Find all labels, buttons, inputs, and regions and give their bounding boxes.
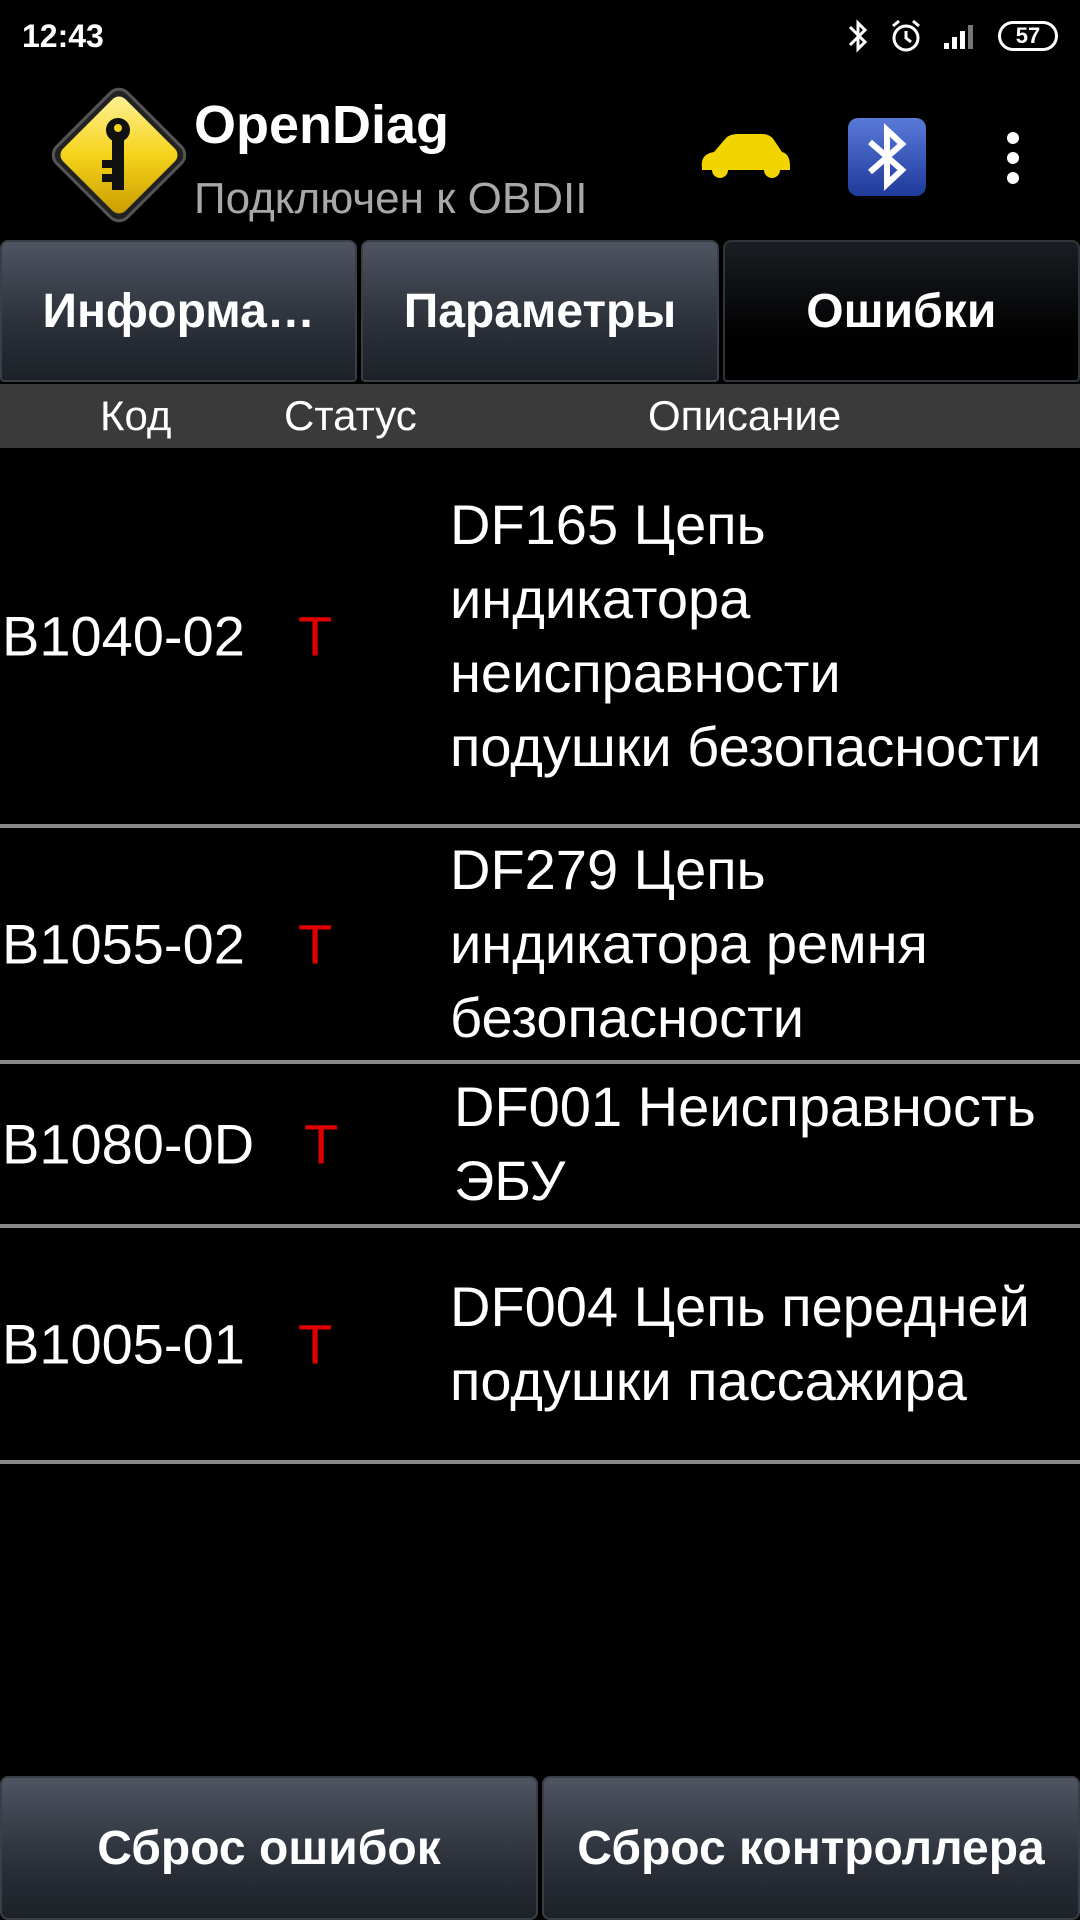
alarm-icon xyxy=(888,18,924,54)
error-code: B1080-0D xyxy=(2,1112,255,1176)
status-icons: 57 xyxy=(846,18,1058,54)
error-status: T xyxy=(298,1312,333,1376)
column-header-code: Код xyxy=(100,392,172,439)
car-icon[interactable] xyxy=(694,128,794,182)
table-row[interactable]: B1055-02 T DF279 Цепь индикатора ремня б… xyxy=(0,828,1080,1064)
overflow-menu-icon[interactable] xyxy=(998,128,1028,188)
error-code: B1040-02 xyxy=(2,604,245,668)
action-bar: OpenDiag Подключен к OBDII xyxy=(0,72,1080,238)
table-row[interactable]: B1040-02 T DF165 Цепь индикатора неиспра… xyxy=(0,448,1080,828)
column-header-status: Статус xyxy=(284,392,417,439)
error-status: T xyxy=(298,604,333,668)
error-description: DF279 Цепь индикатора ремня безопасности xyxy=(450,838,928,1049)
reset-controller-button[interactable]: Сброс контроллера xyxy=(542,1776,1080,1920)
bluetooth-adapter-icon[interactable] xyxy=(846,116,928,198)
error-status: T xyxy=(298,912,333,976)
connection-status: Подключен к OBDII xyxy=(194,174,588,223)
tab-errors[interactable]: Ошибки xyxy=(722,240,1080,382)
error-code: B1005-01 xyxy=(2,1312,245,1376)
bluetooth-icon xyxy=(846,18,870,54)
error-description: DF165 Цепь индикатора неисправности поду… xyxy=(450,493,1042,778)
error-description: DF001 Неисправность ЭБУ xyxy=(454,1075,1036,1212)
app-title: OpenDiag xyxy=(194,95,450,155)
app-logo-key-icon xyxy=(51,87,187,223)
table-row[interactable]: B1005-01 T DF004 Цепь передней подушки п… xyxy=(0,1228,1080,1464)
error-code: B1055-02 xyxy=(2,912,245,976)
battery-icon: 57 xyxy=(998,21,1058,51)
error-list: B1040-02 T DF165 Цепь индикатора неиспра… xyxy=(0,448,1080,1464)
tab-parameters[interactable]: Параметры xyxy=(361,240,719,382)
tab-info[interactable]: Информа… xyxy=(0,240,358,382)
tab-bar: Информа… Параметры Ошибки xyxy=(0,240,1080,382)
reset-errors-button[interactable]: Сброс ошибок xyxy=(0,1776,538,1920)
bottom-button-bar: Сброс ошибок Сброс контроллера xyxy=(0,1776,1080,1920)
status-time: 12:43 xyxy=(22,17,104,54)
status-bar: 12:43 57 xyxy=(0,0,1080,72)
signal-icon xyxy=(942,21,980,51)
error-status: T xyxy=(304,1112,339,1176)
column-header-description: Описание xyxy=(648,392,842,439)
table-header: Код Статус Описание xyxy=(0,384,1080,448)
error-description: DF004 Цепь передней подушки пассажира xyxy=(450,1275,1030,1412)
table-row[interactable]: B1080-0D T DF001 Неисправность ЭБУ xyxy=(0,1064,1080,1228)
